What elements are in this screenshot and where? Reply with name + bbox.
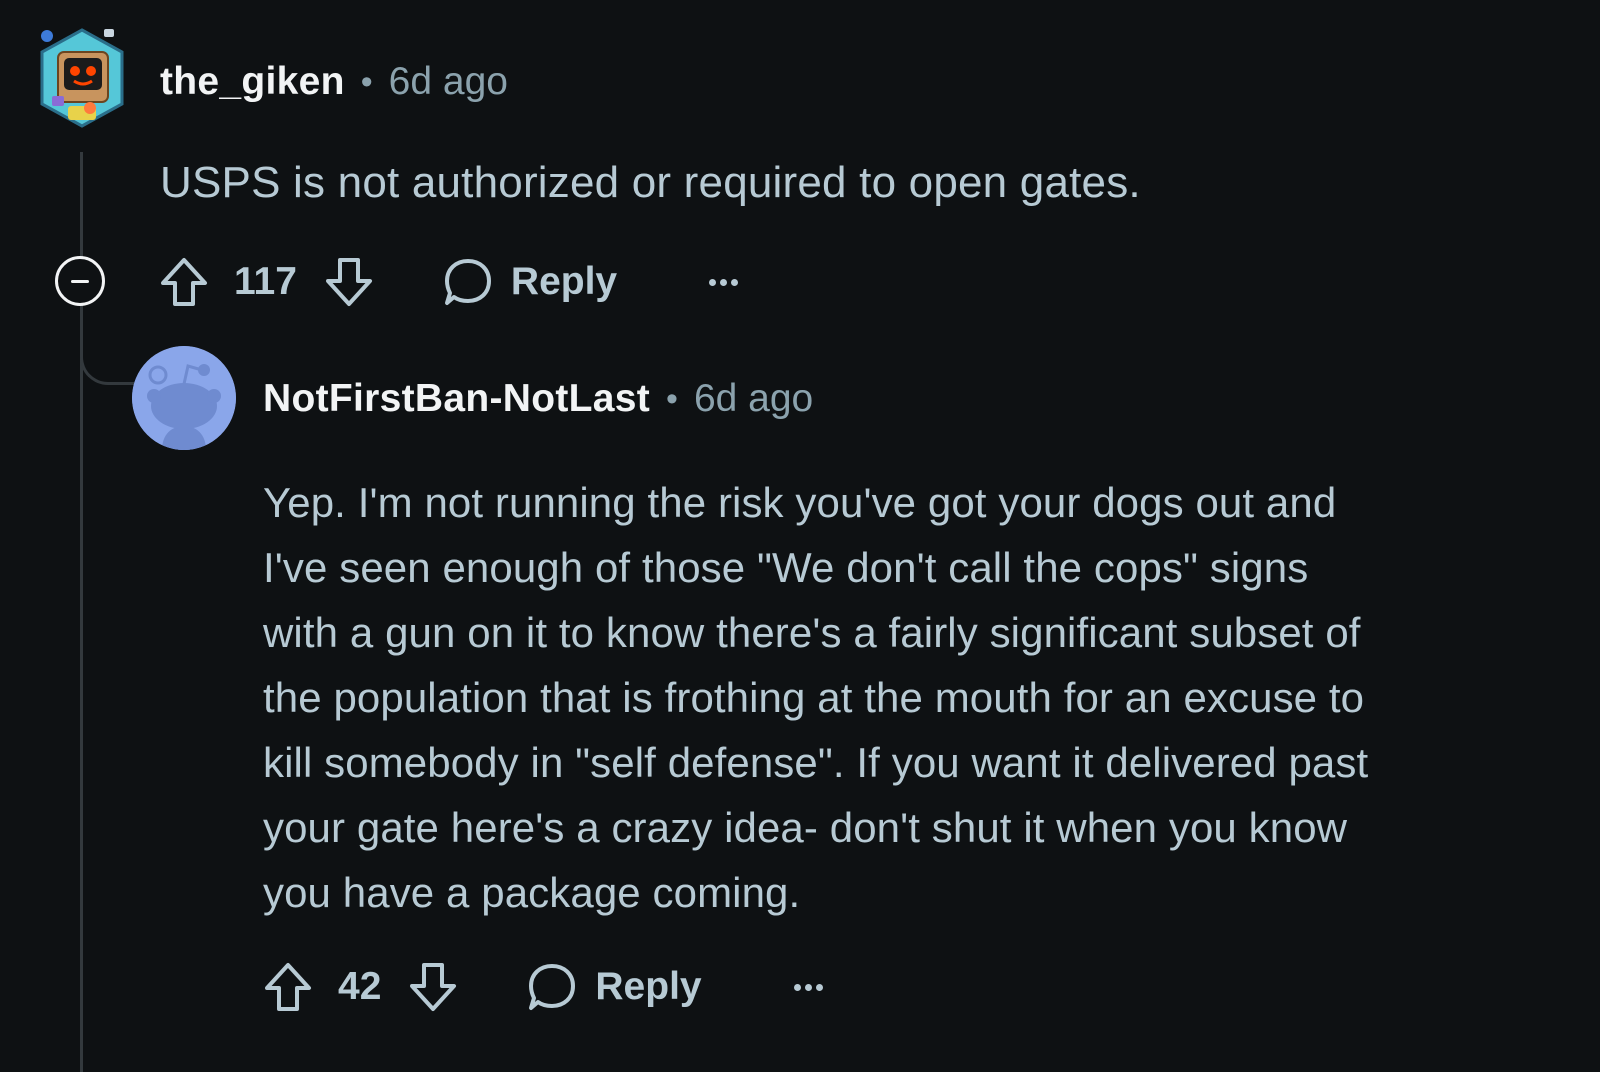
comment-header: NotFirstBan-NotLast • 6d ago	[263, 373, 813, 425]
reply-button[interactable]: Reply	[443, 257, 617, 307]
comment-body-line: your gate here's a crazy idea- don't shu…	[263, 804, 1348, 851]
default-snoo-avatar-icon	[132, 346, 236, 450]
speech-bubble-icon	[529, 964, 576, 1010]
upvote-arrow-icon	[265, 963, 311, 1011]
more-options-icon[interactable]	[793, 983, 823, 991]
collapse-thread-icon[interactable]	[55, 256, 105, 306]
comment-body-line: I've seen enough of those "We don't call…	[263, 544, 1309, 591]
more-dot	[793, 983, 801, 991]
downvote-arrow-icon	[325, 258, 372, 306]
comment-body-line: you have a package coming.	[263, 869, 801, 916]
more-dot	[709, 278, 717, 286]
downvote-button[interactable]	[407, 959, 459, 1015]
comment-body-line: with a gun on it to know there's a fairl…	[263, 609, 1361, 656]
speech-bubble-icon	[444, 259, 491, 305]
vote-score: 42	[338, 965, 382, 1008]
comment-author[interactable]: NotFirstBan-NotLast	[263, 377, 650, 421]
comment-body-line: Yep. I'm not running the risk you've got…	[263, 479, 1337, 526]
reply-label: Reply	[510, 260, 618, 303]
comment-action-bar: 117 Reply	[158, 252, 739, 312]
comment-timestamp[interactable]: 6d ago	[694, 377, 813, 421]
comment-body-line: the population that is frothing at the m…	[263, 674, 1365, 721]
reply-thread-connector	[80, 340, 136, 385]
more-dot	[815, 983, 823, 991]
comment-header: the_giken • 6d ago	[160, 56, 508, 108]
comment-body-line: kill somebody in "self defense". If you …	[263, 739, 1369, 786]
upvote-button[interactable]	[262, 959, 314, 1015]
downvote-button[interactable]	[323, 254, 375, 310]
meta-separator: •	[666, 379, 678, 418]
user-avatar-notfirstban[interactable]	[132, 346, 236, 450]
comment-body: USPS is not authorized or required to op…	[160, 158, 1141, 207]
comment-action-bar: 42 Reply	[262, 957, 823, 1017]
comment-body: Yep. I'm not running the risk you've got…	[263, 470, 1563, 925]
downvote-arrow-icon	[410, 963, 457, 1011]
reply-label: Reply	[595, 965, 702, 1008]
user-avatar-the-giken[interactable]	[34, 26, 130, 134]
upvote-arrow-icon	[161, 258, 207, 306]
comment-timestamp[interactable]: 6d ago	[389, 60, 508, 104]
reply-button[interactable]: Reply	[527, 962, 702, 1012]
more-dot	[804, 983, 812, 991]
robot-snoo-avatar-icon	[40, 28, 124, 128]
vote-score: 117	[234, 260, 297, 303]
upvote-button[interactable]	[158, 254, 210, 310]
more-dot	[720, 278, 728, 286]
comment-author[interactable]: the_giken	[160, 60, 345, 104]
more-dot	[731, 278, 739, 286]
more-options-icon[interactable]	[709, 278, 739, 286]
meta-separator: •	[360, 62, 373, 101]
